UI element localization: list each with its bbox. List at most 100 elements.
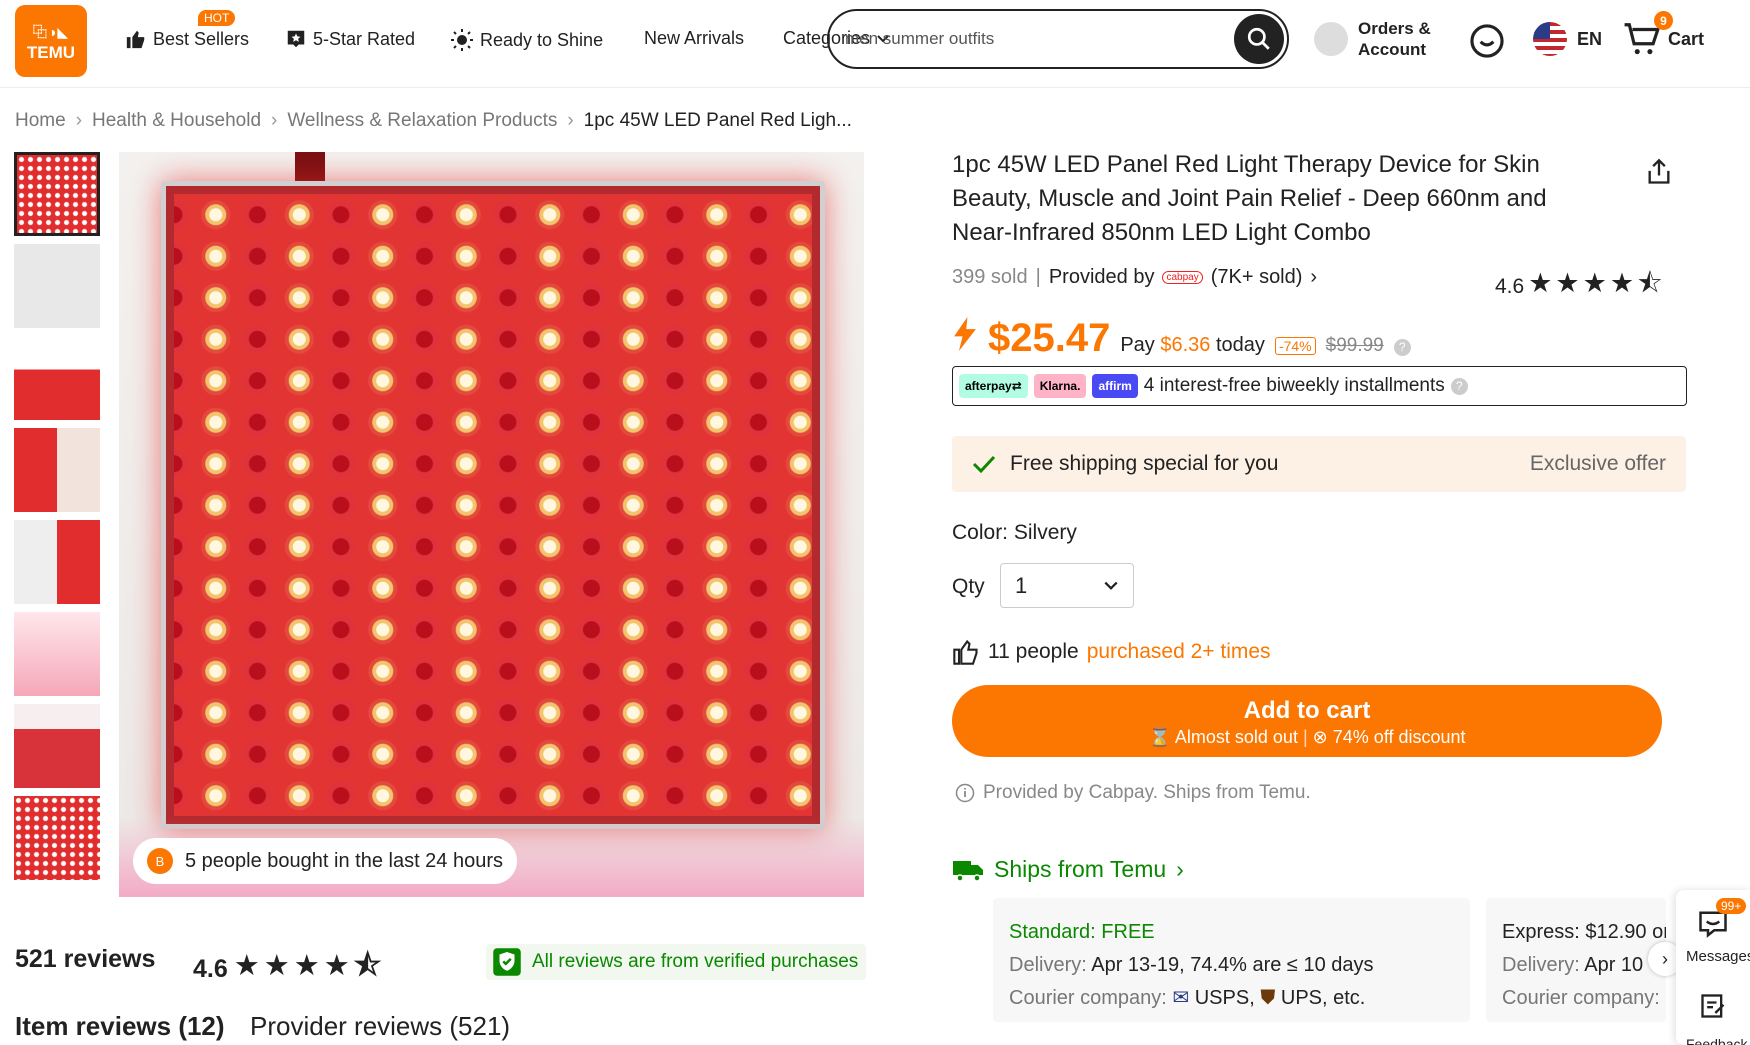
nav-new-arrivals[interactable]: New Arrivals: [644, 28, 744, 49]
review-rating: 4.6: [193, 955, 228, 983]
almost-sold-out: Almost sold out: [1174, 727, 1298, 747]
chevron-down-icon: [1104, 581, 1118, 590]
verified-banner: All reviews are from verified purchases: [486, 944, 866, 980]
search-bar: [827, 9, 1289, 69]
affirm-logo: affirm: [1092, 374, 1138, 398]
avatar: [1314, 22, 1348, 56]
search-button[interactable]: [1234, 14, 1284, 64]
breadcrumb-separator: ›: [75, 110, 83, 131]
cart-label: Cart: [1668, 28, 1705, 49]
feedback-icon[interactable]: [1699, 992, 1727, 1020]
discount-badge: -74%: [1274, 337, 1316, 355]
qty-value: 1: [1015, 572, 1028, 598]
help-icon[interactable]: ?: [1450, 377, 1468, 395]
star-badge-icon: [287, 30, 305, 48]
feedback-label[interactable]: Feedback: [1686, 1036, 1747, 1045]
hot-badge: HOT: [198, 10, 236, 26]
standard-title: Standard: FREE: [1009, 921, 1155, 943]
search-input[interactable]: [845, 27, 1205, 51]
message-icon[interactable]: [1698, 910, 1728, 938]
seller-sold-link[interactable]: (7K+ sold): [1211, 266, 1303, 289]
orders-account[interactable]: Orders & Account: [1314, 18, 1431, 60]
thumbnail-list: [14, 152, 102, 888]
product-title: 1pc 45W LED Panel Red Light Therapy Devi…: [952, 151, 1547, 246]
courier-label: Courier company:: [1009, 987, 1167, 1009]
standard-delivery-card[interactable]: Standard: FREE Delivery: Apr 13-19, 74.4…: [993, 898, 1470, 1022]
courier-ups: UPS, etc.: [1280, 987, 1366, 1009]
messages-badge: 99+: [1716, 898, 1747, 914]
thumbnail-5[interactable]: [14, 520, 100, 604]
chat-smile-icon: [1470, 24, 1504, 58]
price-row: $25.47 Pay $6.36 today -74% $99.99 ?: [952, 316, 1411, 361]
standard-delivery-dates: Apr 13-19, 74.4% are ≤ 10 days: [1091, 954, 1374, 976]
top-header: ⿻◑◣ TEMU Best Sellers HOT 5-Star Rated R…: [0, 0, 1750, 88]
us-flag-icon: [1533, 22, 1567, 56]
pay-suffix: today: [1216, 334, 1265, 356]
messages-label[interactable]: Messages: [1686, 948, 1750, 965]
installments-bar[interactable]: afterpay⇄ Klarna. affirm 4 interest-free…: [952, 366, 1687, 406]
thumbnail-6[interactable]: [14, 612, 100, 696]
qty-select[interactable]: 1: [1000, 563, 1134, 608]
tab-item-reviews[interactable]: Item reviews (12): [15, 1011, 225, 1042]
express-courier-label: Courier company:: [1502, 987, 1660, 1009]
divider: |: [1302, 727, 1308, 747]
led-panel-graphic: [161, 181, 825, 829]
truck-icon: [953, 860, 983, 882]
cart-button[interactable]: 9 Cart: [1622, 11, 1705, 58]
express-delivery-card[interactable]: Express: $12.90 or Delivery: Apr 10 Cour…: [1486, 898, 1666, 1022]
thumbnail-1[interactable]: [14, 152, 100, 236]
breadcrumb-health[interactable]: Health & Household: [92, 110, 261, 132]
nav-best-sellers-label: Best Sellers: [153, 28, 250, 49]
discount-circle-icon: ⊗: [1312, 727, 1328, 747]
thumbnail-8[interactable]: [14, 796, 100, 880]
add-to-cart-button[interactable]: Add to cart ⌛ Almost sold out | ⊗ 74% of…: [952, 685, 1662, 757]
cart-count-badge: 9: [1654, 11, 1673, 30]
thumbs-up-outline-icon: [953, 639, 978, 665]
share-button[interactable]: [1645, 157, 1673, 192]
led-grid: [174, 194, 812, 816]
product-rating-value: 4.6: [1495, 275, 1525, 298]
breadcrumb-wellness[interactable]: Wellness & Relaxation Products: [287, 110, 557, 132]
purchase-stats: 11 people purchased 2+ times: [952, 638, 1271, 666]
temu-logo[interactable]: ⿻◑◣ TEMU: [15, 5, 87, 77]
hourglass-icon: ⌛: [1148, 727, 1171, 747]
nav-five-star-label: 5-Star Rated: [313, 28, 416, 49]
chevron-right-icon: ›: [1176, 856, 1184, 882]
nav-best-sellers[interactable]: Best Sellers: [125, 28, 249, 50]
add-to-cart-subtext: ⌛ Almost sold out | ⊗ 74% off discount: [952, 727, 1662, 748]
add-to-cart-label: Add to cart: [1243, 697, 1371, 724]
pay-amount: $6.36: [1160, 334, 1211, 356]
nav-ready-to-shine-label: Ready to Shine: [480, 29, 604, 50]
account-line2: Account: [1358, 40, 1426, 59]
thumbnail-4[interactable]: [14, 428, 100, 512]
chevron-right-icon: ›: [1662, 948, 1668, 969]
ships-from-link[interactable]: Ships from Temu ›: [952, 856, 1184, 883]
courier-row: Courier company: ✉ USPS, ⛊ UPS, etc.: [1009, 982, 1454, 1015]
account-label: Orders & Account: [1358, 18, 1431, 60]
product-rating[interactable]: 4.6 ★★★★⯪: [1495, 264, 1666, 310]
nav-new-arrivals-label: New Arrivals: [644, 28, 745, 48]
help-icon[interactable]: ?: [1393, 339, 1411, 356]
buyer-avatar: B: [147, 848, 173, 874]
standard-delivery-row: Delivery: Apr 13-19, 74.4% are ≤ 10 days: [1009, 949, 1454, 982]
current-price: $25.47: [988, 316, 1111, 360]
nav-five-star[interactable]: 5-Star Rated: [285, 28, 415, 50]
recent-buyers-text: 5 people bought in the last 24 hours: [185, 849, 504, 872]
delivery-label: Delivery:: [1502, 954, 1580, 976]
purchased-suffix: purchased 2+ times: [1086, 640, 1271, 663]
account-line1: Orders &: [1358, 19, 1431, 38]
shield-check-icon: [493, 948, 521, 976]
klarna-logo: Klarna.: [1033, 374, 1087, 398]
nav-ready-to-shine[interactable]: Ready to Shine: [450, 28, 603, 52]
main-product-image[interactable]: B 5 people bought in the last 24 hours: [119, 152, 864, 897]
language-selector[interactable]: EN: [1533, 22, 1602, 56]
thumbnail-7[interactable]: [14, 704, 100, 788]
tab-provider-reviews[interactable]: Provider reviews (521): [250, 1011, 510, 1042]
thumbnail-3[interactable]: [14, 336, 100, 420]
thumbnail-2[interactable]: [14, 244, 100, 328]
breadcrumb: Home › Health & Household › Wellness & R…: [15, 110, 852, 132]
language-label: EN: [1577, 28, 1603, 49]
chevron-right-icon: ›: [1310, 266, 1318, 288]
support-button[interactable]: [1468, 22, 1506, 65]
breadcrumb-home[interactable]: Home: [15, 110, 66, 132]
